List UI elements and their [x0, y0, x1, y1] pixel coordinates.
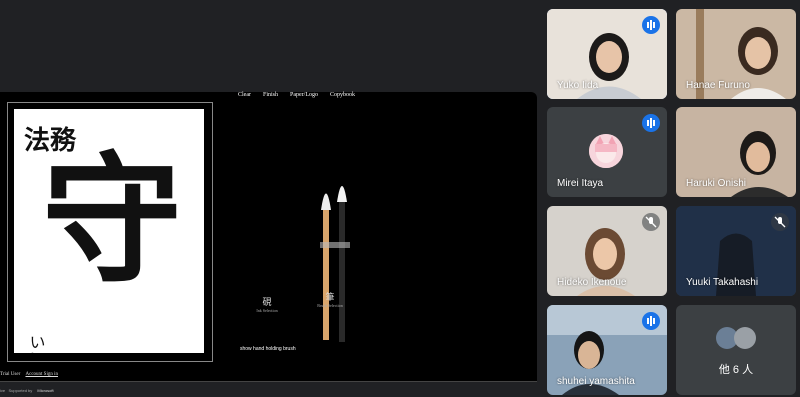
brush-selection[interactable]: 筆 Brush Selection	[312, 290, 348, 308]
other-participants-tile[interactable]: 他 6 人	[676, 305, 796, 395]
footer-divider	[0, 381, 537, 382]
ink-selection[interactable]: 硯 Ink Selection	[252, 295, 282, 313]
participant-name: Yuuki Takahashi	[686, 277, 759, 288]
supported-bar: ive Supported by Microsoft	[0, 388, 54, 393]
speaking-indicator-icon	[642, 114, 660, 132]
ink-label: 硯	[262, 297, 272, 307]
mic-muted-icon	[771, 213, 789, 231]
microsoft-brand: Microsoft	[37, 388, 54, 393]
paper-logo-button[interactable]: Paper/Logo	[290, 92, 318, 98]
trial-user-label: Trial User	[0, 372, 21, 377]
participant-tile[interactable]: Hideko Ikenoue	[547, 206, 667, 296]
other-participants-count: 他 6 人	[718, 364, 754, 376]
speaking-indicator-icon	[642, 312, 660, 330]
calligraphy-signature: いいだ	[27, 334, 46, 353]
finish-button[interactable]: Finish	[263, 92, 278, 98]
participant-name: Hanae Furuno	[686, 80, 750, 91]
avatar	[589, 134, 623, 168]
account-bar: Trial User Account Sign in	[0, 372, 58, 377]
mic-muted-icon	[642, 213, 660, 231]
avatar	[734, 327, 756, 349]
participant-tile[interactable]: shuhei yamashita	[547, 305, 667, 395]
ink-sub-label: Ink Selection	[256, 308, 278, 313]
calligraphy-paper: 法務 守 いいだ	[14, 109, 204, 353]
participant-name: shuhei yamashita	[557, 376, 635, 387]
clear-button[interactable]: Clear	[238, 92, 251, 98]
paper-frame: 法務 守 いいだ	[7, 102, 213, 362]
participant-name: Hideko Ikenoue	[557, 277, 627, 288]
participant-tile[interactable]: Yuuki Takahashi	[676, 206, 796, 296]
share-menu: Clear Finish Paper/Logo Copybook	[238, 92, 355, 98]
participant-tile[interactable]: Mirei Itaya	[547, 107, 667, 197]
calligraphy-main-character: 守	[42, 139, 182, 303]
copybook-button[interactable]: Copybook	[330, 92, 355, 98]
participant-name: Mirei Itaya	[557, 178, 604, 189]
shared-screen: 法務 守 いいだ 硯 Ink Selection 筆 Brush Selecti…	[0, 92, 537, 382]
speaking-indicator-icon	[642, 16, 660, 34]
supported-by-label: Supported by	[8, 388, 33, 393]
participant-tile[interactable]: Yuko Iida	[547, 9, 667, 99]
participant-name: Yuko Iida	[557, 80, 599, 91]
account-sign-in-link[interactable]: Account Sign in	[25, 372, 58, 377]
brush-holder-icon[interactable]	[315, 182, 355, 352]
show-hand-toggle[interactable]: show hand holding brush	[240, 346, 296, 352]
participant-tile[interactable]: Haruki Onishi	[676, 107, 796, 197]
brush-label: 筆	[325, 292, 335, 302]
participant-name: Haruki Onishi	[686, 178, 747, 189]
participant-tile[interactable]: Hanae Furuno	[676, 9, 796, 99]
version-label: ive	[0, 388, 6, 393]
brush-sub-label: Brush Selection	[317, 303, 343, 308]
